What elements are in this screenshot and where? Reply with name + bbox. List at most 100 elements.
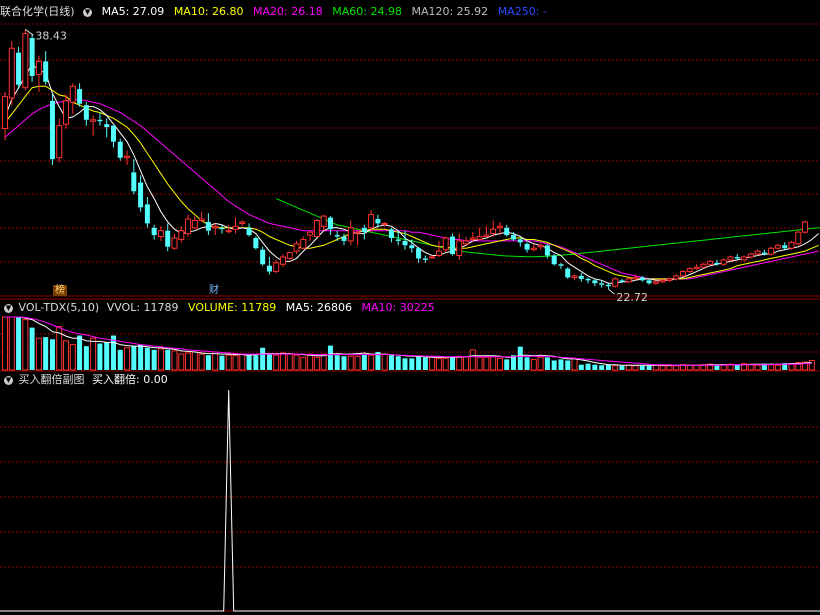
candlestick [29, 33, 35, 82]
dropdown-icon[interactable]: ▼ [83, 7, 93, 17]
volume-bar [307, 353, 314, 371]
candlestick [171, 233, 178, 250]
vol-ma10-label: MA10: 30225 [361, 301, 435, 314]
candlestick [246, 223, 252, 237]
volume-bar [151, 349, 157, 370]
candle-body-up [774, 244, 781, 249]
volume-bar [232, 355, 239, 371]
volume-bar [171, 350, 178, 371]
candle-body-up [456, 240, 463, 257]
dropdown-icon[interactable]: ▼ [4, 303, 13, 313]
candle-body-down [49, 100, 55, 160]
candlestick [795, 230, 802, 246]
candle-body-up [720, 259, 727, 265]
candle-body-down [714, 262, 720, 265]
candle-body-up [659, 279, 666, 283]
candlestick [334, 230, 340, 241]
main-panel-header: 联合化学(日线) ▼ MA5: 27.09 MA10: 26.80 MA20: … [0, 5, 553, 19]
volume-bar [300, 356, 307, 371]
volume-bar [35, 337, 42, 371]
candlestick [727, 255, 734, 262]
dropdown-icon[interactable]: ▼ [4, 375, 13, 385]
candlestick [782, 242, 788, 250]
candle-body-up [476, 236, 483, 240]
candle-body-down [29, 38, 35, 76]
stock-chart-window: 38.43 22.72 联合化学(日线) ▼ MA5: 27.09 MA10: 2… [0, 0, 820, 615]
volume-bar [395, 356, 401, 370]
volume-bar [619, 365, 625, 370]
candle-body-up [171, 237, 178, 249]
ma60-label: MA60: 24.98 [332, 5, 402, 18]
candle-body-up [802, 221, 809, 233]
candle-body-up [754, 250, 761, 255]
candle-body-down [639, 277, 645, 281]
candle-body-up [788, 241, 795, 249]
candlestick [253, 236, 259, 250]
candle-body-up [35, 60, 42, 76]
rank-marker[interactable]: 榜 [53, 285, 67, 296]
candle-body-up [69, 85, 76, 103]
volume-bar [219, 355, 225, 370]
candle-body-up [693, 266, 700, 270]
candle-body-up [463, 240, 470, 245]
candlestick [693, 264, 700, 271]
volume-bar [558, 359, 564, 370]
volume-bar [469, 349, 476, 371]
volume-bar [463, 356, 470, 371]
candlestick [680, 270, 686, 278]
candlestick [56, 118, 63, 163]
candle-body-up [232, 225, 239, 230]
candlestick [2, 92, 8, 141]
volume-bar [686, 364, 693, 371]
low-pointer [608, 288, 615, 295]
volume-bar [388, 355, 394, 370]
candlestick [524, 242, 530, 253]
finance-marker[interactable]: 财 [207, 285, 221, 296]
candlestick [313, 219, 320, 238]
volume-bar [16, 317, 22, 370]
volume-bar [409, 358, 415, 370]
volume-bar [435, 357, 442, 371]
candle-body-down [734, 256, 740, 259]
candle-body-down [144, 204, 150, 224]
candle-body-down [524, 243, 530, 250]
volume-bar [442, 357, 449, 371]
candlestick [449, 233, 455, 256]
candlestick [260, 246, 266, 266]
candle-body-down [511, 235, 516, 240]
candlestick [16, 46, 22, 90]
candlestick [110, 125, 116, 148]
candlestick [22, 29, 29, 91]
volume-bar [659, 365, 666, 371]
candlestick [300, 236, 307, 249]
volume-bar [693, 364, 700, 371]
volume-bar [212, 351, 219, 371]
candlestick [293, 240, 300, 255]
indicator-panel-header: ▼ 买入翻倍副图 买入翻倍: 0.00 [0, 373, 174, 387]
candlestick [558, 262, 564, 269]
volume-bar [260, 347, 266, 370]
candlestick [117, 138, 123, 161]
volume-bar [198, 353, 205, 371]
candle-body-down [266, 265, 272, 272]
volume-bar [565, 360, 571, 370]
volume-bar [368, 354, 375, 371]
volume-bar [138, 344, 144, 370]
volume-bar [327, 345, 333, 370]
candle-body-up [747, 253, 754, 258]
candlestick [774, 243, 781, 250]
volume-bar [504, 359, 510, 370]
low-price-label: 22.72 [616, 291, 648, 304]
candle-body-up [2, 95, 8, 130]
candle-body-down [449, 236, 455, 255]
candle-body-up [239, 221, 246, 224]
candle-body-up [727, 256, 734, 261]
candle-body-up [652, 281, 659, 284]
candlestick [605, 283, 611, 290]
volume-bar [599, 365, 605, 370]
volume-bar [22, 319, 29, 371]
ma20-label: MA20: 26.18 [253, 5, 323, 18]
volume-bar [2, 316, 8, 371]
volume-bar [320, 353, 327, 371]
candlestick [83, 102, 89, 126]
